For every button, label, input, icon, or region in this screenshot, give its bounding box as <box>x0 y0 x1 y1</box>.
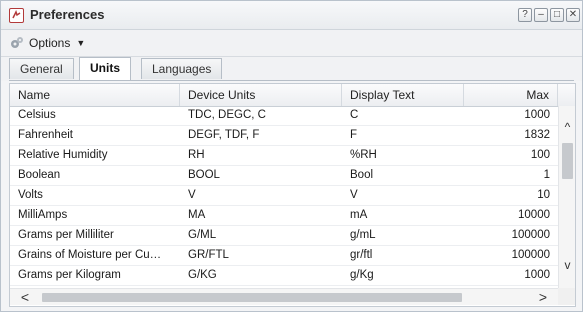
cell-max: 1000 <box>524 269 550 281</box>
cell-device-units: V <box>188 189 196 201</box>
cell-name: Grams per Kilogram <box>18 269 121 281</box>
chevron-down-icon: ▼ <box>76 38 86 48</box>
cell-name: Grains of Moisture per Cu… <box>18 249 162 261</box>
tab-units[interactable]: Units <box>79 57 131 80</box>
cell-device-units: TDC, DEGC, C <box>188 109 266 121</box>
options-label: Options <box>29 36 71 50</box>
column-header-display-text[interactable]: Display Text <box>342 84 464 106</box>
cell-name: Grams per Milliliter <box>18 229 114 241</box>
cell-device-units: MA <box>188 209 206 221</box>
cell-max: 10 <box>537 189 550 201</box>
cell-display-text: F <box>350 129 358 141</box>
cell-display-text: C <box>350 109 359 121</box>
close-button[interactable]: ✕ <box>566 8 580 22</box>
vertical-scrollbar[interactable]: ^ v <box>558 106 575 288</box>
scroll-down-icon[interactable]: v <box>561 258 574 272</box>
scroll-corner <box>558 288 575 305</box>
table-row[interactable]: Boolean BOOL Bool 1 <box>10 166 558 186</box>
cell-name: Relative Humidity <box>18 149 108 161</box>
window-title: Preferences <box>30 7 105 22</box>
cell-max: 10000 <box>518 209 550 221</box>
tab-bar: General Units Languages <box>1 57 582 81</box>
table-row[interactable]: Relative Humidity RH %RH 100 <box>10 146 558 166</box>
gears-icon <box>11 37 23 48</box>
grid-header: Name Device Units Display Text Max <box>10 84 575 107</box>
cell-name: Celsius <box>18 109 56 121</box>
table-row[interactable]: Grams per Kilogram G/KG g/Kg 1000 <box>10 266 558 286</box>
cell-display-text: Bool <box>350 169 374 181</box>
horizontal-scrollbar[interactable]: < > <box>10 288 558 305</box>
table-row[interactable]: Grams per Milliliter G/ML g/mL 100000 <box>10 226 558 246</box>
cell-device-units: G/KG <box>188 269 217 281</box>
cell-device-units: DEGF, TDF, F <box>188 129 260 141</box>
table-row[interactable]: Celsius TDC, DEGC, C C 1000 <box>10 106 558 126</box>
cell-display-text: %RH <box>350 149 377 161</box>
help-button[interactable]: ? <box>518 8 532 22</box>
cell-max: 100000 <box>511 229 550 241</box>
table-row[interactable]: Grains of Moisture per Cu… GR/FTL gr/ftl 10… <box>10 246 558 266</box>
column-header-device-units[interactable]: Device Units <box>180 84 342 106</box>
cell-display-text: g/Kg <box>350 269 374 281</box>
cell-max: 1000 <box>524 109 550 121</box>
horizontal-scroll-thumb[interactable] <box>42 293 462 302</box>
vertical-scroll-thumb[interactable] <box>562 143 573 179</box>
cell-device-units: RH <box>188 149 205 161</box>
scroll-left-icon[interactable]: < <box>18 289 32 305</box>
cell-name: Volts <box>18 189 43 201</box>
window-controls: ? – □ ✕ <box>518 8 580 22</box>
scroll-up-icon[interactable]: ^ <box>561 120 574 134</box>
table-row[interactable]: Fahrenheit DEGF, TDF, F F 1832 <box>10 126 558 146</box>
toolbar: Options ▼ <box>1 30 582 57</box>
tab-languages[interactable]: Languages <box>141 58 223 79</box>
cell-display-text: g/mL <box>350 229 376 241</box>
tab-general[interactable]: General <box>9 58 74 79</box>
cell-display-text: mA <box>350 209 368 221</box>
cell-display-text: gr/ftl <box>350 249 373 261</box>
units-grid: Name Device Units Display Text Max Celsi… <box>9 83 576 307</box>
cell-device-units: BOOL <box>188 169 220 181</box>
cell-device-units: GR/FTL <box>188 249 229 261</box>
minimize-button[interactable]: – <box>534 8 548 22</box>
table-row[interactable]: Volts V V 10 <box>10 186 558 206</box>
app-icon <box>9 8 24 23</box>
cell-name: Fahrenheit <box>18 129 73 141</box>
cell-max: 100000 <box>511 249 550 261</box>
table-row[interactable]: MilliAmps MA mA 10000 <box>10 206 558 226</box>
cell-display-text: V <box>350 189 358 201</box>
column-header-max[interactable]: Max <box>464 84 558 106</box>
cell-max: 100 <box>530 149 550 161</box>
cell-max: 1 <box>543 169 550 181</box>
cell-name: Boolean <box>18 169 61 181</box>
preferences-window: Preferences ? – □ ✕ Options ▼ General Un… <box>0 0 583 312</box>
scroll-right-icon[interactable]: > <box>536 289 550 305</box>
cell-name: MilliAmps <box>18 209 68 221</box>
tab-divider <box>9 80 574 81</box>
maximize-button[interactable]: □ <box>550 8 564 22</box>
options-menu-button[interactable]: Options ▼ <box>9 34 85 52</box>
cell-device-units: G/ML <box>188 229 217 241</box>
column-header-name[interactable]: Name <box>10 84 180 106</box>
cell-max: 1832 <box>524 129 550 141</box>
title-bar[interactable]: Preferences ? – □ ✕ <box>1 1 582 30</box>
